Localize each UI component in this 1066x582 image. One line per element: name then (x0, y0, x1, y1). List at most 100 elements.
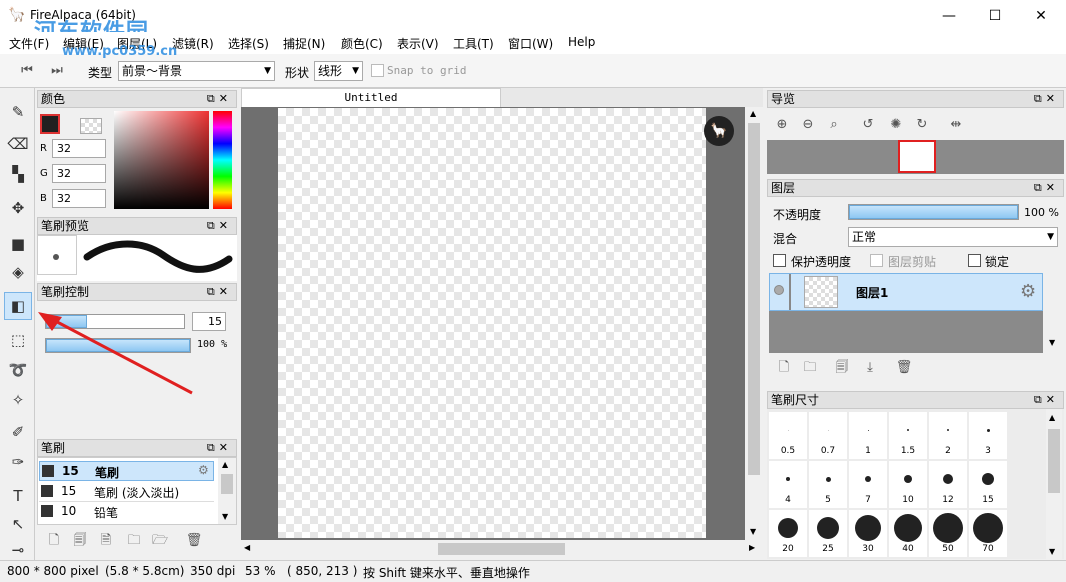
brush-size-cell[interactable]: 0.7 (809, 412, 847, 459)
scroll-thumb[interactable] (748, 123, 760, 475)
delete-layer-icon[interactable]: 🗑 (895, 359, 913, 377)
brush-size-cell[interactable]: 5 (809, 461, 847, 508)
minimize-button[interactable]: — (926, 0, 972, 32)
panel-controls-icon[interactable]: ⧉✕ (207, 284, 232, 300)
zoom-in-icon[interactable]: ⊕ (773, 116, 791, 134)
navigator-preview[interactable] (767, 140, 1064, 174)
select-eraser-icon[interactable]: ✑ (6, 450, 30, 474)
brush-size-cell[interactable]: 1.5 (889, 412, 927, 459)
shape-select[interactable]: 线形 ▼ (314, 61, 363, 81)
gear-icon[interactable]: ⚙ (198, 463, 209, 477)
rotate-left-icon[interactable]: ↺ (859, 116, 877, 134)
brush-size-cell[interactable]: 30 (849, 510, 887, 557)
merge-layer-icon[interactable]: ⤓ (861, 359, 879, 377)
flip-horizontal-icon[interactable]: ⇹ (947, 116, 965, 134)
layer-list-scrollbar[interactable]: ▼ (1046, 273, 1062, 353)
brush-size-cell[interactable]: 25 (809, 510, 847, 557)
scroll-thumb[interactable] (1048, 429, 1060, 493)
brush-size-cell[interactable]: 10 (889, 461, 927, 508)
panel-controls-icon[interactable]: ⧉✕ (1034, 180, 1059, 196)
chevron-left-icon[interactable]: ◀ (244, 543, 250, 552)
scroll-thumb[interactable] (438, 543, 565, 555)
zoom-out-icon[interactable]: ⊖ (799, 116, 817, 134)
rotate-reset-icon[interactable]: ✺ (887, 116, 905, 134)
list-item[interactable]: 15 笔刷 ⚙ (39, 461, 214, 481)
maximize-button[interactable]: ☐ (972, 0, 1018, 32)
snap-to-grid-checkbox[interactable] (371, 64, 384, 77)
menu-view[interactable]: 表示(V) (397, 35, 439, 52)
step-back-icon[interactable]: ⏮ (18, 62, 36, 80)
canvas-vertical-scrollbar[interactable]: ▲ ▼ (745, 107, 763, 540)
panel-controls-icon[interactable]: ⧉✕ (207, 218, 232, 234)
eyedropper-tool-icon[interactable]: ⊸ (6, 538, 30, 562)
brush-list-scrollbar[interactable]: ▲ ▼ (218, 458, 236, 524)
brush-size-cell[interactable]: 70 (969, 510, 1007, 557)
menu-window[interactable]: 窗口(W) (508, 35, 553, 52)
chevron-down-icon[interactable]: ▼ (222, 512, 228, 521)
panel-controls-icon[interactable]: ⧉✕ (1034, 392, 1059, 408)
chevron-down-icon[interactable]: ▼ (1049, 338, 1055, 347)
text-tool-icon[interactable]: T (6, 484, 30, 508)
menu-help[interactable]: Help (568, 35, 595, 49)
brush-size-cell[interactable]: 15 (969, 461, 1007, 508)
menu-snap[interactable]: 捕捉(N) (283, 35, 325, 52)
layer-row[interactable]: 图层1 ⚙ (769, 273, 1043, 311)
step-forward-icon[interactable]: ⏭ (48, 62, 66, 80)
foreground-color-swatch[interactable] (40, 114, 60, 134)
layer-opacity-slider[interactable] (848, 204, 1019, 220)
close-button[interactable]: ✕ (1018, 0, 1064, 32)
brush-size-cell[interactable]: 20 (769, 510, 807, 557)
chevron-down-icon[interactable]: ▼ (750, 527, 756, 536)
menu-tools[interactable]: 工具(T) (453, 35, 494, 52)
gradient-tool-icon[interactable]: ◧ (4, 292, 32, 320)
bucket-tool-icon[interactable]: ◈ (6, 260, 30, 284)
brush-size-cell[interactable]: 4 (769, 461, 807, 508)
operation-tool-icon[interactable]: ↖ (6, 512, 30, 536)
select-tool-icon[interactable]: ⬚ (6, 328, 30, 352)
brush-size-cell[interactable]: 7 (849, 461, 887, 508)
protect-alpha-checkbox[interactable] (773, 254, 786, 267)
b-input[interactable]: 32 (52, 189, 106, 208)
new-layer-icon[interactable]: 🗋 (775, 359, 793, 377)
brush-size-scrollbar[interactable]: ▲ ▼ (1046, 409, 1062, 559)
new-folder-icon[interactable]: 🗀 (801, 359, 819, 377)
r-input[interactable]: 32 (52, 139, 106, 158)
tab-untitled[interactable]: Untitled (241, 88, 501, 108)
panel-controls-icon[interactable]: ⧉✕ (207, 91, 232, 107)
menu-select[interactable]: 选择(S) (228, 35, 269, 52)
list-item[interactable]: 10 铅笔 (39, 502, 214, 522)
dot-tool-icon[interactable]: ▚ (6, 162, 30, 186)
chevron-down-icon[interactable]: ▼ (1049, 547, 1055, 556)
background-color-swatch[interactable] (80, 118, 102, 134)
brush-size-cell[interactable]: 2 (929, 412, 967, 459)
clipping-checkbox[interactable] (870, 254, 883, 267)
zoom-fit-icon[interactable]: ⌕ (825, 116, 843, 134)
folder-icon[interactable]: 🗀 (125, 532, 143, 550)
duplicate-layer-icon[interactable]: 🗐 (833, 359, 851, 377)
brush-size-cell[interactable]: 50 (929, 510, 967, 557)
menu-file[interactable]: 文件(F) (9, 35, 49, 52)
brush-size-cell[interactable]: 0.5 (769, 412, 807, 459)
chevron-up-icon[interactable]: ▲ (1049, 413, 1055, 422)
script-brush-icon[interactable]: 🗎 (97, 532, 115, 550)
move-tool-icon[interactable]: ✥ (6, 196, 30, 220)
g-input[interactable]: 32 (52, 164, 106, 183)
visibility-icon[interactable] (774, 285, 784, 295)
brush-size-cell[interactable]: 1 (849, 412, 887, 459)
brush-size-cell[interactable]: 3 (969, 412, 1007, 459)
folder-open-icon[interactable]: 🗁 (151, 532, 169, 550)
menu-filter[interactable]: 滤镜(R) (172, 35, 214, 52)
canvas-horizontal-scrollbar[interactable]: ◀ ▶ (241, 540, 763, 558)
gear-icon[interactable]: ⚙ (1020, 281, 1036, 302)
chevron-up-icon[interactable]: ▲ (750, 109, 756, 118)
trash-icon[interactable]: 🗑 (185, 532, 203, 550)
brush-size-cell[interactable]: 40 (889, 510, 927, 557)
fill-tool-icon[interactable]: ■ (6, 232, 30, 256)
hue-slider[interactable] (213, 111, 232, 209)
duplicate-brush-icon[interactable]: 🗐 (71, 532, 89, 550)
saturation-value-picker[interactable] (114, 111, 209, 209)
panel-controls-icon[interactable]: ⧉✕ (207, 440, 232, 456)
list-item[interactable]: 15 笔刷 (淡入淡出) (39, 482, 214, 502)
rotate-right-icon[interactable]: ↻ (913, 116, 931, 134)
type-select[interactable]: 前景～背景 ▼ (118, 61, 275, 81)
